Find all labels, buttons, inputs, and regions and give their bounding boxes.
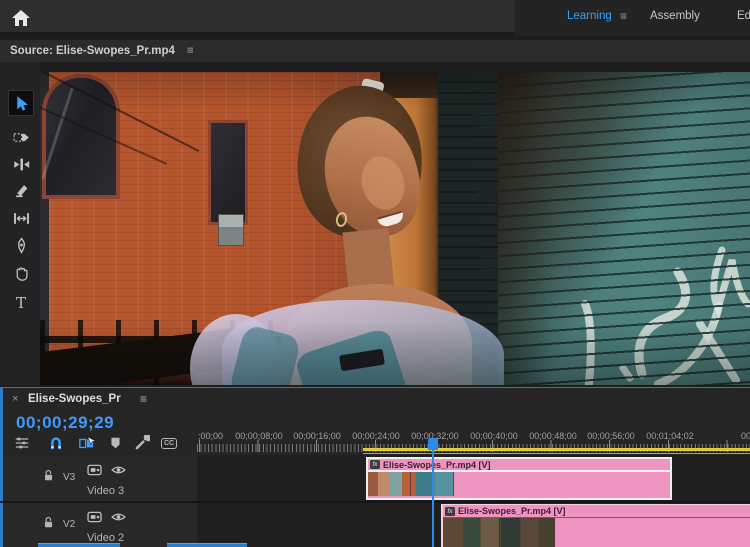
- slip-tool[interactable]: [8, 205, 34, 231]
- slip-icon: [13, 210, 30, 227]
- timeline-tab-title[interactable]: Elise-Swopes_Pr: [28, 393, 121, 405]
- track-visibility-eye-icon[interactable]: [111, 512, 126, 522]
- linked-selection-icon[interactable]: [75, 434, 97, 452]
- fx-badge: fx: [370, 460, 380, 469]
- playhead[interactable]: [428, 438, 438, 547]
- track-header-v3: V3 Video 3: [3, 456, 197, 501]
- hand-tool[interactable]: [8, 260, 34, 286]
- lock-icon[interactable]: [43, 469, 54, 482]
- razor-icon: [13, 183, 30, 200]
- fx-badge: fx: [445, 507, 455, 516]
- clip-thumbnail: [443, 518, 555, 547]
- close-icon[interactable]: ×: [12, 393, 18, 405]
- tools-panel: T: [0, 62, 40, 385]
- timeline-clip-v3[interactable]: fx Elise-Swopes_Pr.mp4 [V]: [366, 457, 672, 500]
- clip-thumbnail: [368, 472, 454, 496]
- lock-icon[interactable]: [43, 516, 54, 529]
- vignette: [40, 72, 750, 385]
- timeline-panel: × Elise-Swopes_Pr ≡ 00;00;29;29: [0, 387, 750, 547]
- captions-icon[interactable]: CC: [158, 434, 180, 452]
- source-monitor[interactable]: [40, 72, 750, 385]
- source-patch-v1[interactable]: [38, 543, 120, 547]
- workspace-tab-learning[interactable]: Learning: [567, 10, 612, 22]
- pen-tool[interactable]: [8, 232, 34, 258]
- track-select-forward-tool[interactable]: [8, 124, 34, 150]
- work-area-bar-2: [363, 453, 750, 455]
- type-tool-icon: T: [16, 296, 26, 311]
- timeline-clip-v2[interactable]: fx Elise-Swopes_Pr.mp4 [V]: [441, 504, 750, 547]
- timeline-tabbar: × Elise-Swopes_Pr ≡: [0, 388, 750, 412]
- source-panel-menu-icon[interactable]: ≡: [187, 45, 194, 57]
- hand-icon: [13, 265, 30, 282]
- work-area-bar[interactable]: [363, 448, 750, 451]
- clip-title-bar: fx Elise-Swopes_Pr.mp4 [V]: [368, 459, 670, 472]
- track-target-v1[interactable]: [167, 543, 247, 547]
- track-id-v2[interactable]: V2: [63, 519, 75, 530]
- clip-body: [368, 472, 670, 496]
- selection-arrow-icon: [13, 95, 30, 112]
- timeline-panel-menu-icon[interactable]: ≡: [140, 392, 147, 406]
- type-tool[interactable]: T: [8, 290, 34, 316]
- timeline-display-settings-icon[interactable]: [11, 434, 33, 452]
- wrench-icon[interactable]: [131, 434, 153, 452]
- source-panel-title: Source: Elise-Swopes_Pr.mp4: [10, 45, 175, 57]
- workspace-bar: Learning ≡ Assembly Ed: [0, 0, 750, 36]
- snap-magnet-icon[interactable]: [45, 434, 67, 452]
- playhead-line: [432, 448, 434, 547]
- premiere-window: Learning ≡ Assembly Ed Source: Elise-Swo…: [0, 0, 750, 547]
- workspace-tabzone: [515, 0, 750, 36]
- razor-tool[interactable]: [8, 178, 34, 204]
- selection-tool[interactable]: [8, 90, 34, 116]
- clip-label: Elise-Swopes_Pr.mp4 [V]: [458, 506, 566, 516]
- track-visibility-eye-icon[interactable]: [111, 465, 126, 475]
- learning-menu-icon[interactable]: ≡: [620, 9, 627, 23]
- track-label-v3[interactable]: Video 3: [87, 485, 124, 497]
- ripple-edit-tool[interactable]: [8, 151, 34, 177]
- marker-icon[interactable]: [104, 434, 126, 452]
- playhead-timecode[interactable]: 00;00;29;29: [16, 413, 114, 433]
- track-select-icon: [13, 129, 30, 146]
- ripple-edit-icon: [13, 156, 30, 173]
- clip-body: [443, 518, 750, 547]
- track-id-v3[interactable]: V3: [63, 472, 75, 483]
- source-panel-header: Source: Elise-Swopes_Pr.mp4 ≡: [0, 40, 750, 62]
- workspace-tab-assembly[interactable]: Assembly: [650, 10, 700, 22]
- sync-lock-icon[interactable]: [87, 464, 102, 476]
- workspace-tab-editing[interactable]: Ed: [737, 10, 750, 22]
- pen-icon: [13, 237, 30, 254]
- home-button[interactable]: [6, 4, 36, 32]
- home-icon: [11, 9, 31, 27]
- track-header-v2: V2 Video 2: [3, 503, 197, 547]
- clip-title-bar: fx Elise-Swopes_Pr.mp4 [V]: [443, 505, 750, 518]
- timeline-toolbar: CC: [0, 434, 196, 454]
- sync-lock-icon[interactable]: [87, 511, 102, 523]
